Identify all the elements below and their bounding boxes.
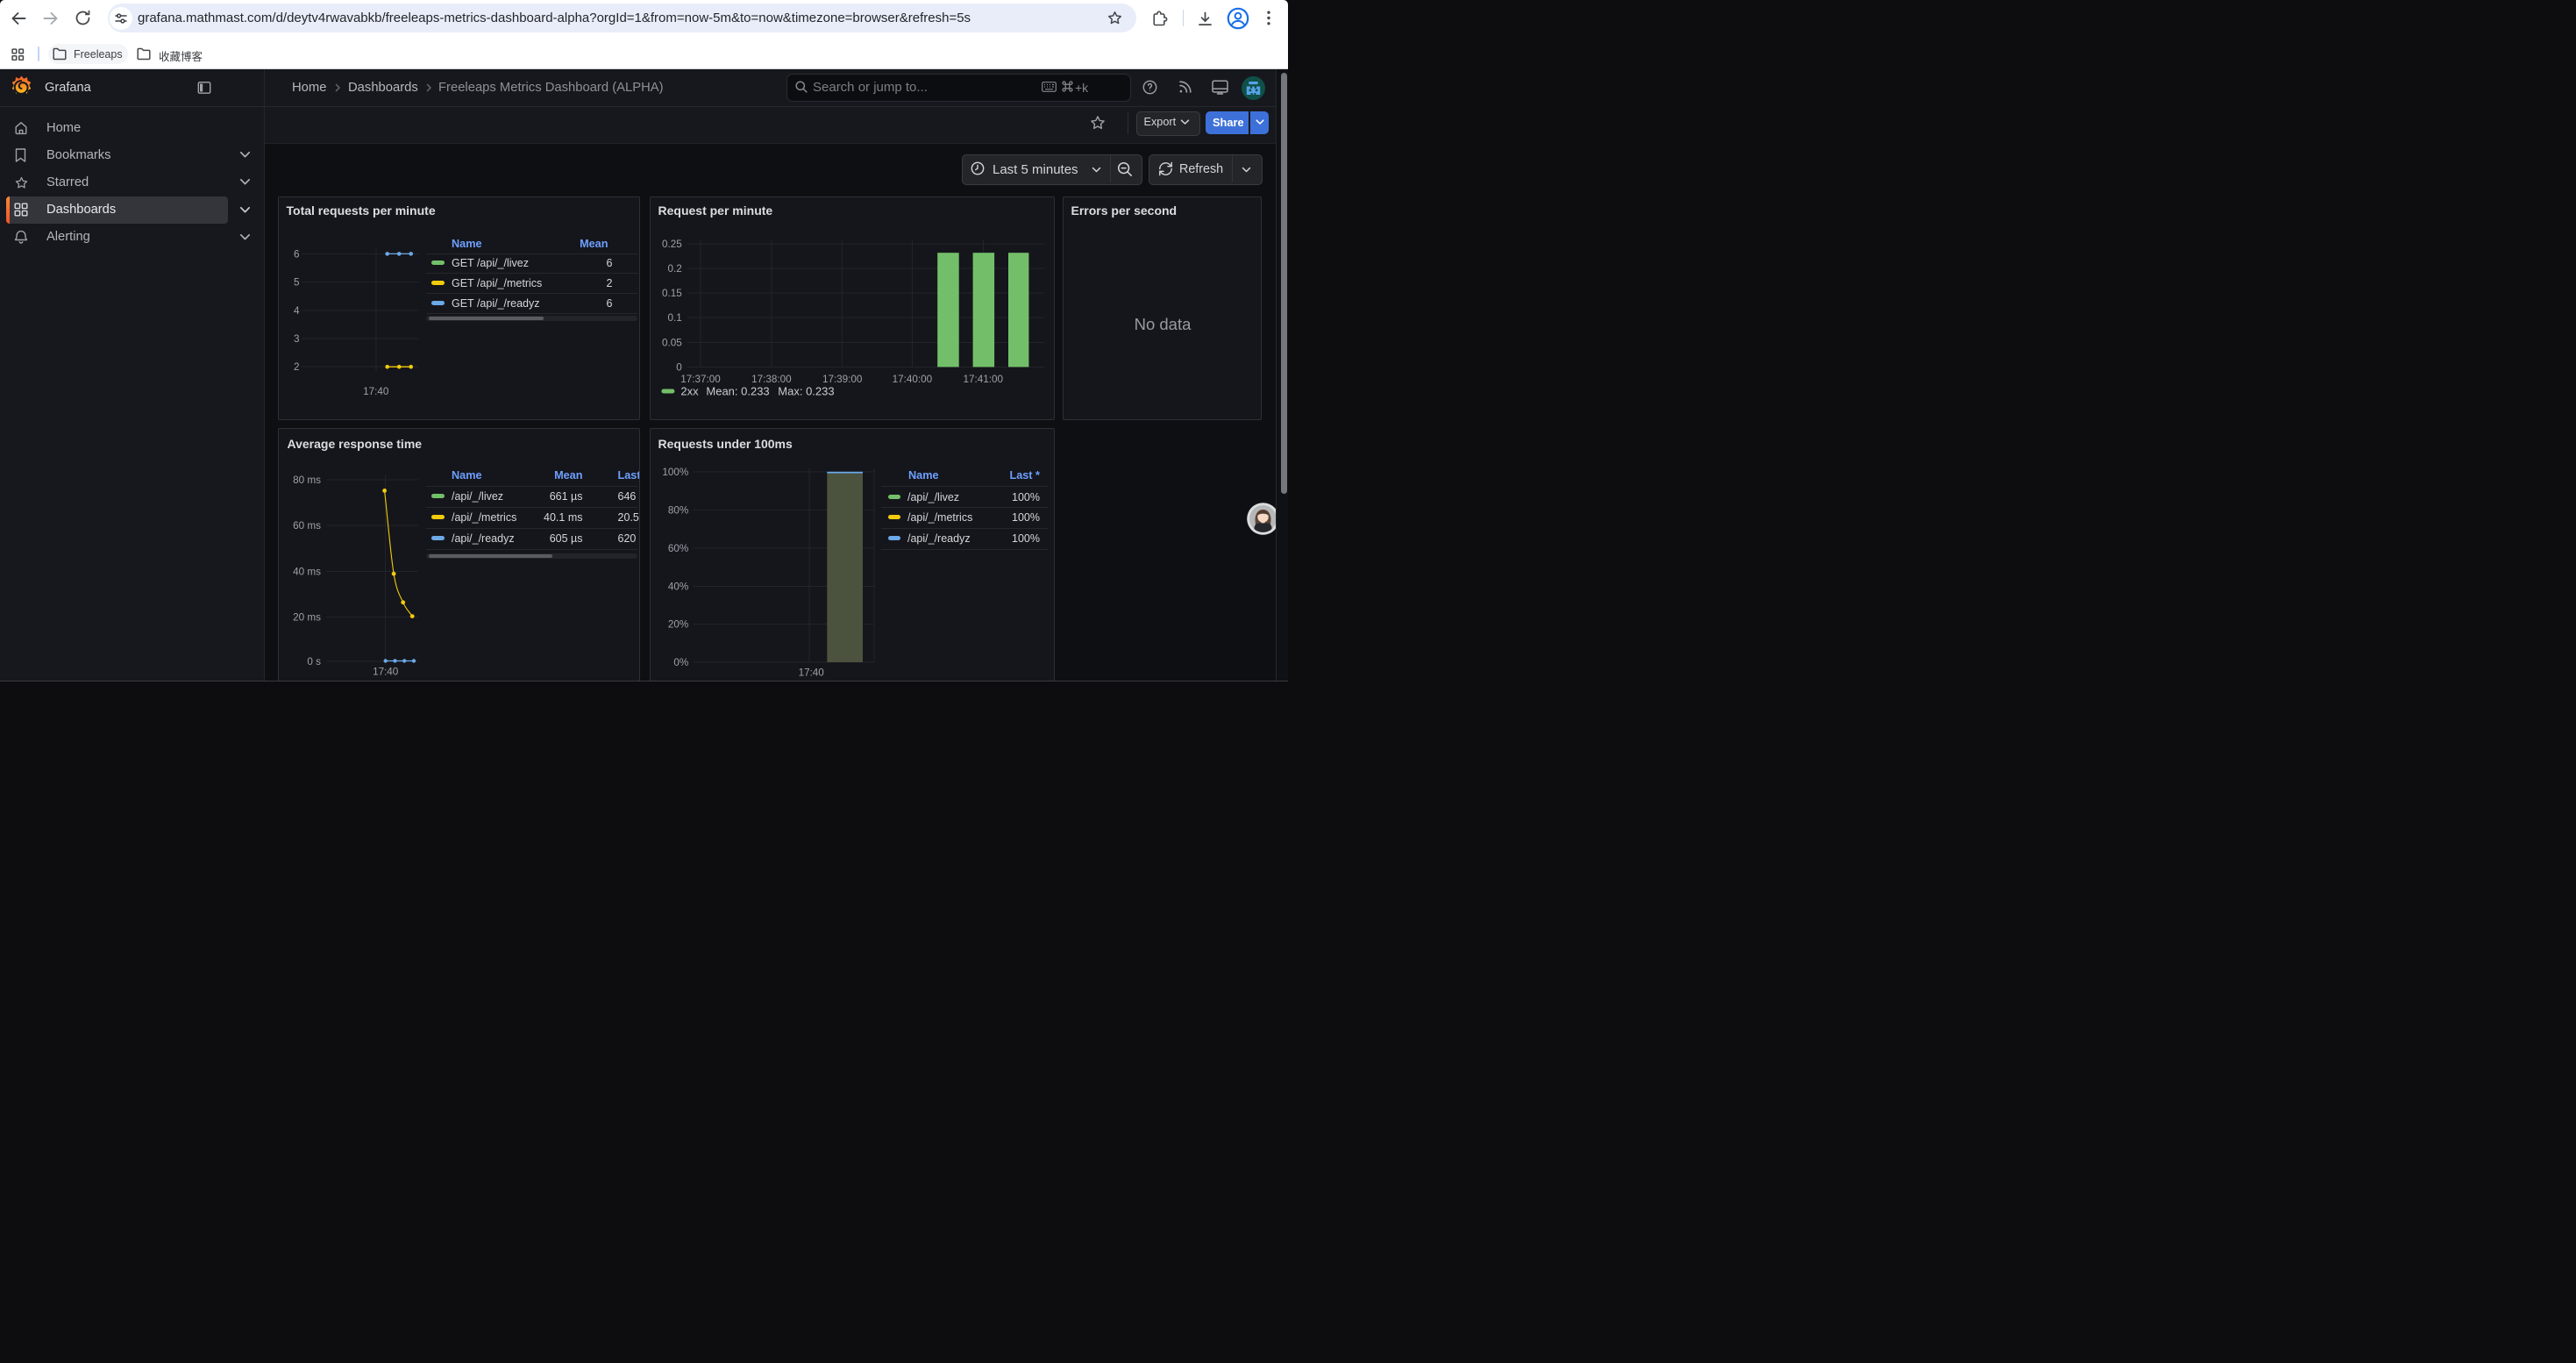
svg-text:0%: 0% (673, 657, 688, 668)
svg-text:17:40: 17:40 (798, 667, 824, 679)
svg-text:0.1: 0.1 (667, 312, 681, 324)
svg-text:17:41:00: 17:41:00 (963, 374, 1003, 385)
svg-text:80 ms: 80 ms (293, 475, 321, 486)
svg-text:6: 6 (293, 248, 299, 260)
svg-text:Max: 0.233: Max: 0.233 (778, 385, 834, 398)
svg-text:60 ms: 60 ms (293, 520, 321, 532)
svg-text:0: 0 (676, 361, 682, 373)
svg-text:Mean: 0.233: Mean: 0.233 (706, 385, 769, 398)
svg-text:17:37:00: 17:37:00 (680, 374, 721, 385)
svg-text:100%: 100% (662, 467, 688, 478)
svg-text:17:38:00: 17:38:00 (751, 374, 792, 385)
svg-text:80%: 80% (667, 505, 687, 517)
svg-text:17:40:00: 17:40:00 (892, 374, 932, 385)
svg-text:17:40: 17:40 (373, 667, 399, 678)
svg-text:40 ms: 40 ms (293, 566, 321, 577)
svg-text:0.15: 0.15 (662, 288, 682, 299)
svg-text:2: 2 (293, 361, 299, 373)
svg-text:0.25: 0.25 (662, 239, 682, 250)
svg-text:0.2: 0.2 (667, 263, 681, 275)
svg-text:3: 3 (293, 333, 299, 345)
svg-text:40%: 40% (667, 581, 687, 592)
svg-text:17:40: 17:40 (363, 386, 389, 397)
svg-text:20 ms: 20 ms (293, 612, 321, 624)
svg-text:0.05: 0.05 (662, 337, 682, 348)
svg-text:20%: 20% (667, 619, 687, 631)
svg-text:5: 5 (293, 277, 299, 289)
svg-text:0 s: 0 s (307, 656, 321, 667)
svg-text:2xx: 2xx (680, 385, 699, 398)
svg-text:60%: 60% (667, 543, 687, 554)
svg-text:4: 4 (293, 305, 299, 317)
svg-text:17:39:00: 17:39:00 (822, 374, 862, 385)
